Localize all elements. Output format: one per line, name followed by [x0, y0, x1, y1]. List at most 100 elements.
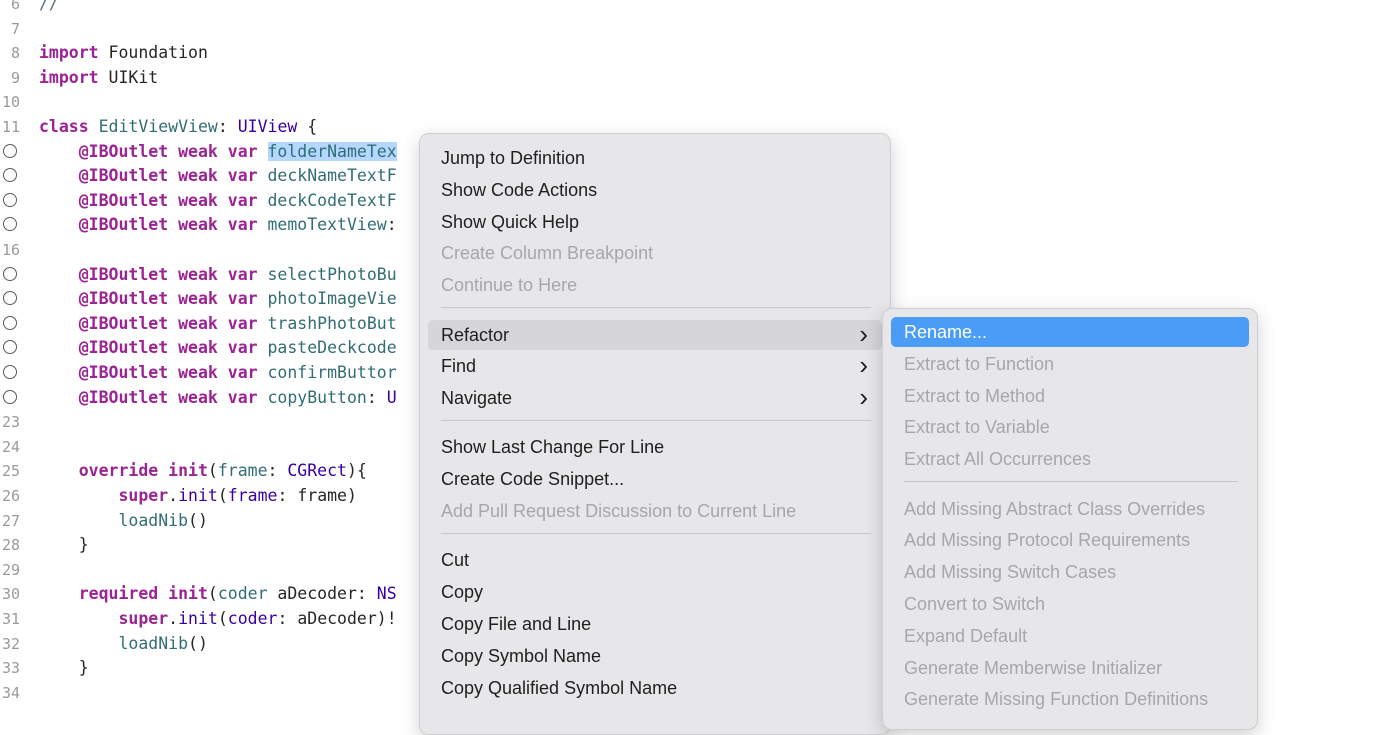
menu-item-create-column-breakpoint: Create Column Breakpoint	[428, 238, 882, 268]
menu-item-show-code-actions[interactable]: Show Code Actions	[428, 175, 882, 205]
line-number: 10	[1, 93, 20, 112]
code-token: photoImageVie	[267, 289, 397, 309]
code-token: memoTextView	[267, 215, 387, 235]
line-number: 23	[1, 413, 20, 432]
code-token: @IBOutlet weak var	[78, 289, 258, 309]
code-line[interactable]: 8 import Foundation	[0, 41, 1400, 65]
menu-item-jump-to-definition[interactable]: Jump to Definition	[428, 143, 882, 173]
menu-item-refactor[interactable]: Refactor ›	[428, 319, 882, 350]
line-number: 33	[1, 659, 20, 678]
outlet-connection-circle-icon[interactable]	[3, 168, 17, 183]
menu-item-create-code-snippet[interactable]: Create Code Snippet...	[428, 464, 882, 494]
outlet-connection-circle-icon[interactable]	[3, 365, 17, 379]
code-token: (	[207, 584, 218, 604]
code-text: @IBOutlet weak var deckNameTextF	[39, 164, 397, 188]
submenu-item-expand-default: Expand Default	[891, 621, 1249, 651]
code-token: @IBOutlet weak var	[78, 387, 258, 407]
menu-separator	[904, 481, 1238, 482]
code-token: deckNameTextF	[267, 166, 397, 186]
code-token: :	[267, 461, 288, 481]
code-token: }	[39, 658, 89, 678]
code-token: confirmButtor	[267, 363, 397, 382]
submenu-item-extract-to-variable: Extract to Variable	[891, 412, 1249, 442]
menu-item-continue-to-here: Continue to Here	[428, 270, 882, 300]
code-line[interactable]: 10	[0, 90, 1400, 114]
code-token: class	[39, 117, 89, 136]
code-token: ){	[346, 461, 367, 481]
menu-item-label: Copy Symbol Name	[441, 645, 602, 666]
code-token: (	[207, 461, 218, 481]
submenu-item-generate-memberwise-initializer: Generate Memberwise Initializer	[891, 653, 1249, 683]
outlet-connection-circle-icon[interactable]	[3, 192, 17, 207]
outlet-connection-circle-icon[interactable]	[3, 389, 17, 404]
menu-item-copy-file-and-line[interactable]: Copy File and Line	[428, 609, 882, 639]
code-token: ()	[188, 510, 208, 530]
menu-item-label: Convert to Switch	[904, 593, 1046, 614]
code-token: @IBOutlet weak var	[78, 264, 258, 284]
menu-item-label: Create Column Breakpoint	[441, 243, 654, 264]
code-token: NS	[376, 584, 397, 604]
code-text: loadNib()	[39, 632, 207, 656]
code-token: CGRect	[287, 461, 347, 481]
context-menu: Jump to Definition Show Code Actions Show …	[419, 133, 891, 735]
code-token: :	[366, 387, 387, 407]
line-number: 8	[10, 44, 20, 63]
outlet-connection-circle-icon[interactable]	[3, 315, 17, 330]
line-number: 31	[1, 610, 20, 628]
code-token: }	[39, 535, 89, 555]
submenu-item-rename[interactable]: Rename...	[891, 317, 1249, 347]
outlet-connection-circle-icon[interactable]	[3, 266, 17, 281]
menu-item-label: Jump to Definition	[441, 148, 586, 168]
code-token: (	[217, 486, 228, 505]
menu-item-copy-symbol-name[interactable]: Copy Symbol Name	[428, 641, 882, 671]
code-text: class EditViewView: UIView {	[39, 115, 317, 139]
menu-item-copy[interactable]: Copy	[428, 577, 882, 607]
submenu-item-add-missing-switch-cases: Add Missing Switch Cases	[891, 557, 1249, 587]
submenu-item-extract-to-method: Extract to Method	[891, 381, 1249, 411]
code-token: :	[217, 117, 238, 136]
code-text: //	[39, 0, 59, 16]
menu-item-label: Refactor	[441, 324, 510, 345]
code-token: @IBOutlet weak var	[78, 363, 258, 382]
line-number: 32	[1, 634, 20, 653]
code-text: @IBOutlet weak var folderNameTex	[39, 140, 397, 164]
outlet-connection-circle-icon[interactable]	[3, 143, 17, 158]
menu-item-find[interactable]: Find ›	[428, 351, 882, 381]
line-number: 27	[1, 511, 20, 530]
selected-symbol[interactable]: folderNameTex	[267, 141, 397, 161]
outlet-connection-circle-icon[interactable]	[3, 291, 17, 306]
line-number: 28	[1, 536, 20, 555]
line-number: 34	[1, 683, 20, 702]
code-token: : aDecoder)!	[277, 609, 397, 628]
menu-item-show-quick-help[interactable]: Show Quick Help	[428, 207, 882, 237]
menu-item-add-pull-request-discussion-to-current-line: Add Pull Request Discussion to Current L…	[428, 496, 882, 526]
chevron-right-icon: ›	[859, 350, 868, 381]
menu-item-cut[interactable]: Cut	[428, 545, 882, 575]
code-line[interactable]: 9 import UIKit	[0, 66, 1400, 90]
code-token: pasteDeckcode	[267, 338, 397, 358]
menu-separator	[441, 532, 871, 534]
menu-item-show-last-change-for-line[interactable]: Show Last Change For Line	[428, 432, 882, 462]
code-token: required init	[78, 584, 208, 604]
code-line[interactable]: 6 //	[0, 0, 1400, 16]
code-token: : frame)	[277, 486, 357, 505]
submenu-item-add-missing-abstract-class-overrides: Add Missing Abstract Class Overrides	[891, 494, 1249, 524]
code-token: EditViewView	[98, 117, 218, 136]
line-number: 16	[1, 241, 20, 259]
code-text: super.init(frame: frame)	[39, 484, 357, 508]
code-token: override init	[78, 461, 208, 481]
code-line[interactable]: 7	[0, 17, 1400, 41]
menu-item-copy-qualified-symbol-name[interactable]: Copy Qualified Symbol Name	[428, 673, 882, 703]
menu-item-label: Copy	[441, 582, 484, 603]
outlet-connection-circle-icon[interactable]	[3, 217, 17, 232]
outlet-connection-circle-icon[interactable]	[3, 340, 17, 355]
menu-item-navigate[interactable]: Navigate ›	[428, 383, 882, 413]
